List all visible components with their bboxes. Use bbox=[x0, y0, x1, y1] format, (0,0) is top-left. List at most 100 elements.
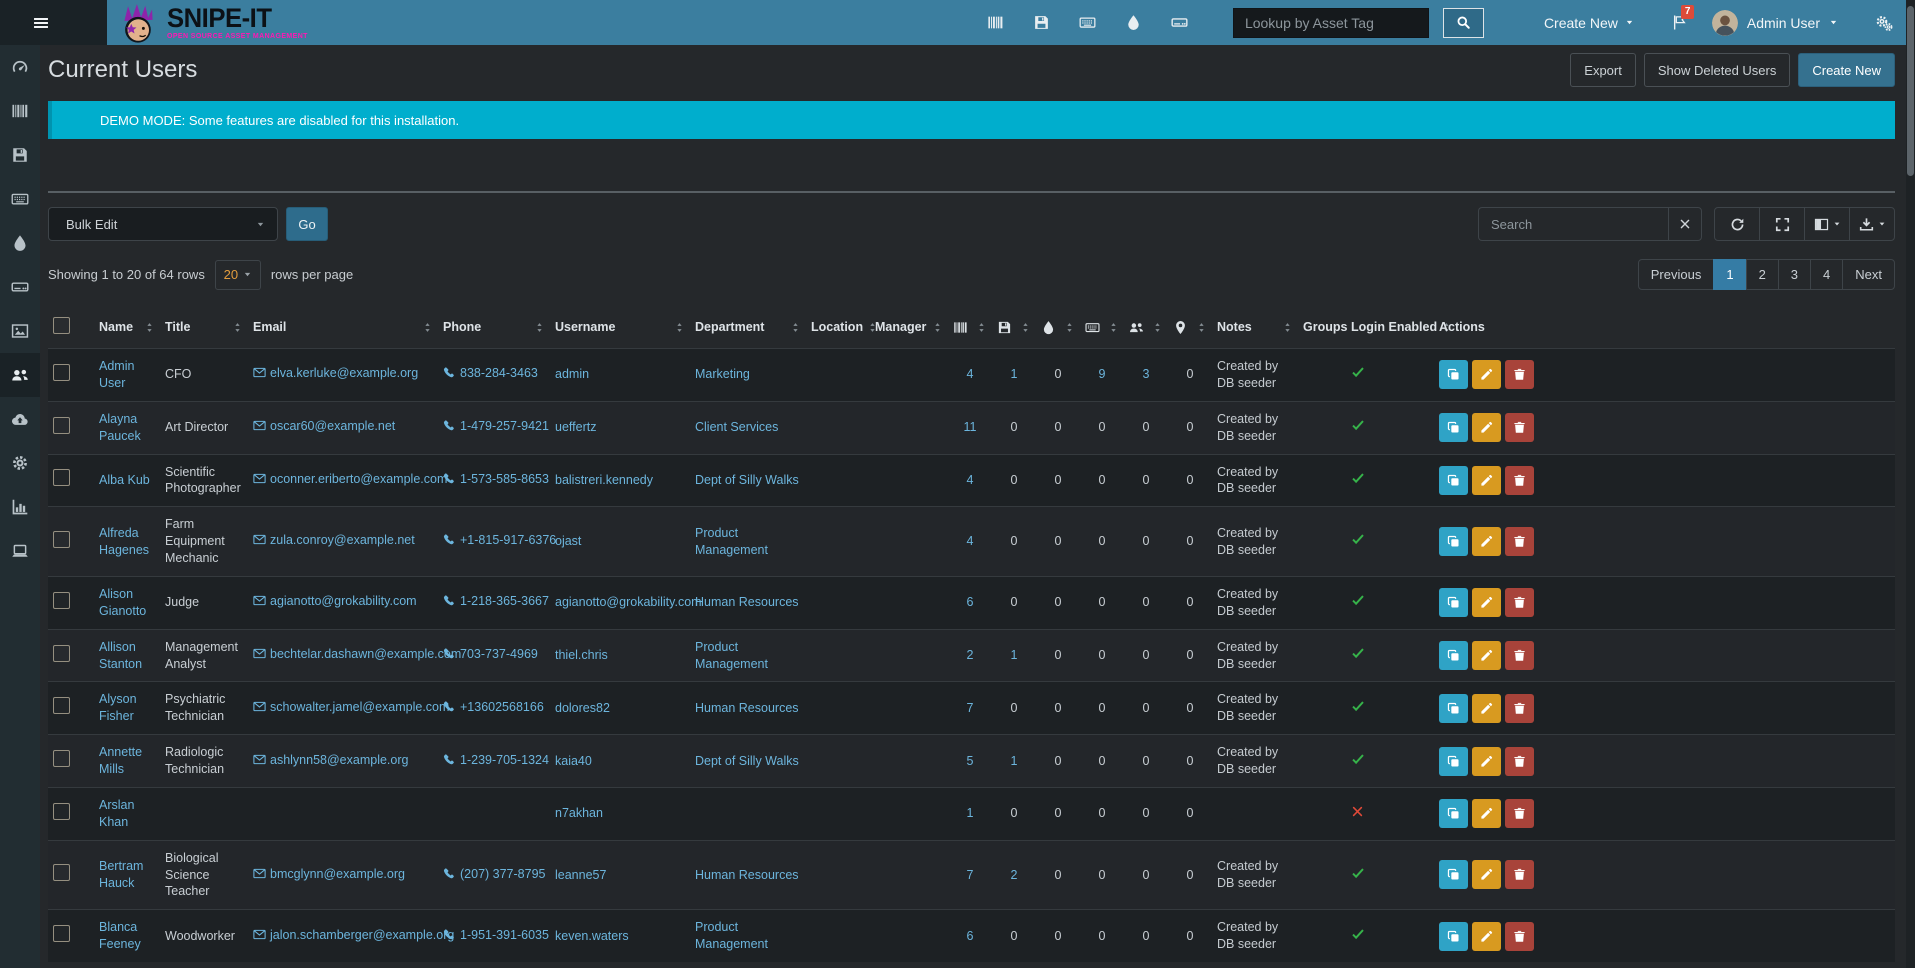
delete-user-button[interactable] bbox=[1505, 922, 1534, 951]
licenses-count-link[interactable]: 2 bbox=[1011, 868, 1018, 882]
user-email-link[interactable]: oconner.eriberto@example.com bbox=[270, 472, 447, 486]
assets-count-link[interactable]: 1 bbox=[967, 806, 974, 820]
clone-user-button[interactable] bbox=[1439, 527, 1468, 556]
user-phone-link[interactable]: 1-479-257-9421 bbox=[460, 419, 549, 433]
select-all-checkbox[interactable] bbox=[53, 317, 70, 334]
droplet-icon[interactable] bbox=[1125, 14, 1142, 31]
sidebar-item-reports[interactable] bbox=[0, 485, 40, 529]
edit-user-button[interactable] bbox=[1472, 360, 1501, 389]
select-all-column-header[interactable] bbox=[48, 306, 94, 349]
fullscreen-button[interactable] bbox=[1759, 207, 1805, 241]
row-checkbox[interactable] bbox=[53, 864, 70, 881]
sidebar-item-predefined-kits[interactable] bbox=[0, 309, 40, 353]
user-name-link[interactable]: Bertram Hauck bbox=[99, 859, 143, 890]
table-search-input[interactable] bbox=[1478, 207, 1668, 241]
user-department-link[interactable]: Human Resources bbox=[695, 701, 799, 715]
export-data-button[interactable] bbox=[1849, 207, 1895, 241]
user-department-link[interactable]: Dept of Silly Walks bbox=[695, 473, 799, 487]
user-name-link[interactable]: Alfreda Hagenes bbox=[99, 526, 149, 557]
edit-user-button[interactable] bbox=[1472, 694, 1501, 723]
settings-gears-icon[interactable] bbox=[1875, 14, 1893, 32]
edit-user-button[interactable] bbox=[1472, 466, 1501, 495]
user-email-link[interactable]: agianotto@grokability.com bbox=[270, 594, 417, 608]
email-column-header[interactable]: Email bbox=[248, 306, 438, 349]
page-size-select[interactable]: 20 bbox=[215, 260, 261, 290]
sidebar-item-dashboard[interactable] bbox=[0, 45, 40, 89]
user-email-link[interactable]: schowalter.jamel@example.com bbox=[270, 700, 449, 714]
next-page-button[interactable]: Next bbox=[1842, 259, 1895, 290]
row-checkbox[interactable] bbox=[53, 697, 70, 714]
page-1-button[interactable]: 1 bbox=[1713, 259, 1746, 290]
user-phone-link[interactable]: 838-284-3463 bbox=[460, 366, 538, 380]
edit-user-button[interactable] bbox=[1472, 588, 1501, 617]
phone-column-header[interactable]: Phone bbox=[438, 306, 550, 349]
user-email-link[interactable]: jalon.schamberger@example.org bbox=[270, 928, 454, 942]
managed_locations-column-header[interactable] bbox=[1168, 306, 1212, 349]
login_enabled-column-header[interactable]: Login Enabled bbox=[1346, 306, 1434, 349]
show-deleted-users-button[interactable]: Show Deleted Users bbox=[1644, 53, 1791, 87]
clone-user-button[interactable] bbox=[1439, 413, 1468, 442]
page-3-button[interactable]: 3 bbox=[1778, 259, 1811, 290]
user-phone-link[interactable]: 1-239-705-1324 bbox=[460, 753, 549, 767]
consumables-column-header[interactable] bbox=[1036, 306, 1080, 349]
edit-user-button[interactable] bbox=[1472, 860, 1501, 889]
assets-count-link[interactable]: 4 bbox=[967, 534, 974, 548]
sidebar-item-consumables[interactable] bbox=[0, 221, 40, 265]
clone-user-button[interactable] bbox=[1439, 694, 1468, 723]
delete-user-button[interactable] bbox=[1505, 747, 1534, 776]
components-icon[interactable] bbox=[1171, 14, 1188, 31]
clone-user-button[interactable] bbox=[1439, 466, 1468, 495]
edit-user-button[interactable] bbox=[1472, 527, 1501, 556]
user-department-link[interactable]: Client Services bbox=[695, 420, 778, 434]
user-email-link[interactable]: elva.kerluke@example.org bbox=[270, 366, 418, 380]
row-checkbox[interactable] bbox=[53, 417, 70, 434]
sidebar-item-people[interactable] bbox=[0, 353, 40, 397]
keyboard-icon[interactable] bbox=[1079, 14, 1096, 31]
licenses-count-link[interactable]: 1 bbox=[1011, 648, 1018, 662]
page-4-button[interactable]: 4 bbox=[1810, 259, 1843, 290]
managed_users-count-link[interactable]: 3 bbox=[1143, 367, 1150, 381]
assets-count-link[interactable]: 7 bbox=[967, 701, 974, 715]
clone-user-button[interactable] bbox=[1439, 747, 1468, 776]
clone-user-button[interactable] bbox=[1439, 799, 1468, 828]
sidebar-item-assets[interactable] bbox=[0, 89, 40, 133]
user-phone-link[interactable]: 1-951-391-6035 bbox=[460, 928, 549, 942]
department-column-header[interactable]: Department bbox=[690, 306, 806, 349]
assets-count-link[interactable]: 4 bbox=[967, 367, 974, 381]
clone-user-button[interactable] bbox=[1439, 360, 1468, 389]
row-checkbox[interactable] bbox=[53, 925, 70, 942]
create-new-menu[interactable]: Create New bbox=[1544, 15, 1634, 31]
edit-user-button[interactable] bbox=[1472, 799, 1501, 828]
user-department-link[interactable]: Human Resources bbox=[695, 868, 799, 882]
previous-page-button[interactable]: Previous bbox=[1638, 259, 1715, 290]
assets-count-link[interactable]: 11 bbox=[964, 420, 977, 434]
user-phone-link[interactable]: 1-573-585-8653 bbox=[460, 472, 549, 486]
row-checkbox[interactable] bbox=[53, 531, 70, 548]
licenses-column-header[interactable] bbox=[992, 306, 1036, 349]
assets-count-link[interactable]: 2 bbox=[967, 648, 974, 662]
refresh-button[interactable] bbox=[1714, 207, 1760, 241]
user-phone-link[interactable]: 703-737-4969 bbox=[460, 647, 538, 661]
accessories-count-link[interactable]: 9 bbox=[1099, 367, 1106, 381]
clear-search-button[interactable] bbox=[1668, 207, 1702, 241]
user-department-link[interactable]: Human Resources bbox=[695, 595, 799, 609]
user-name-link[interactable]: Alayna Paucek bbox=[99, 412, 141, 443]
clone-user-button[interactable] bbox=[1439, 588, 1468, 617]
edit-user-button[interactable] bbox=[1472, 922, 1501, 951]
row-checkbox[interactable] bbox=[53, 364, 70, 381]
delete-user-button[interactable] bbox=[1505, 413, 1534, 442]
sidebar-item-accessories[interactable] bbox=[0, 177, 40, 221]
edit-user-button[interactable] bbox=[1472, 413, 1501, 442]
sidebar-item-requestable-items[interactable] bbox=[0, 529, 40, 573]
user-name-link[interactable]: Alison Gianotto bbox=[99, 587, 146, 618]
page-2-button[interactable]: 2 bbox=[1746, 259, 1779, 290]
sidebar-item-licenses[interactable] bbox=[0, 133, 40, 177]
notifications-button[interactable]: 7 bbox=[1671, 14, 1688, 31]
vertical-scrollbar[interactable] bbox=[1906, 0, 1915, 968]
user-email-link[interactable]: zula.conroy@example.net bbox=[270, 533, 415, 547]
edit-user-button[interactable] bbox=[1472, 641, 1501, 670]
manager-column-header[interactable]: Manager bbox=[870, 306, 948, 349]
assets-count-link[interactable]: 6 bbox=[967, 929, 974, 943]
user-department-link[interactable]: Product Management bbox=[695, 526, 768, 557]
delete-user-button[interactable] bbox=[1505, 360, 1534, 389]
